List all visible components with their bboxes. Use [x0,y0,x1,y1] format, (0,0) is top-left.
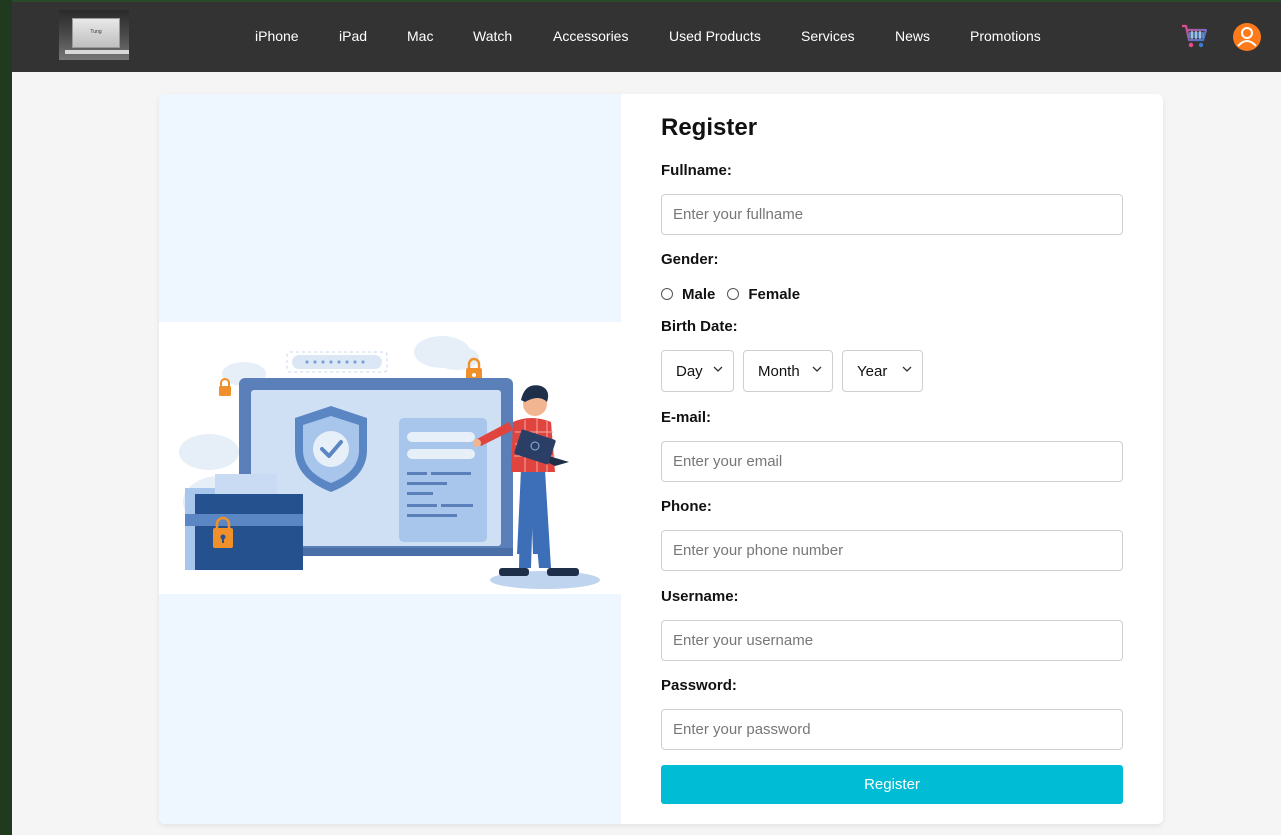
gender-female-label[interactable]: Female [748,286,800,303]
nav-link-ipad[interactable]: iPad [339,28,367,44]
register-card: Register Fullname: Gender: Male Female B… [159,94,1163,824]
top-navbar: Tung iPhone iPad Mac Watch Accessories U… [12,0,1281,72]
birth-month-value: Month [758,362,800,380]
gender-male-radio[interactable] [661,288,673,300]
email-label: E-mail: [661,409,712,426]
nav-link-used-products[interactable]: Used Products [669,28,761,44]
birth-day-select[interactable]: Day [661,350,734,392]
user-avatar-icon[interactable] [1232,22,1262,52]
fullname-label: Fullname: [661,162,732,179]
brand-logo[interactable]: Tung [59,10,129,60]
username-input[interactable] [661,620,1123,661]
logo-laptop-base [65,50,129,54]
nav-link-mac[interactable]: Mac [407,28,433,44]
logo-text: Tung [90,29,102,35]
phone-label: Phone: [661,498,712,515]
birth-day-value: Day [676,362,703,380]
fullname-input[interactable] [661,194,1123,235]
page: Tung iPhone iPad Mac Watch Accessories U… [12,0,1281,835]
gender-male-label[interactable]: Male [682,286,715,303]
register-button[interactable]: Register [661,765,1123,804]
birth-year-value: Year [857,362,888,380]
birthdate-label: Birth Date: [661,318,738,335]
shopping-cart-icon[interactable] [1180,22,1208,50]
form-title: Register [661,114,758,141]
username-label: Username: [661,588,739,605]
gender-female-radio[interactable] [727,288,740,300]
illustration-band [159,322,621,594]
nav-link-iphone[interactable]: iPhone [255,28,299,44]
birth-year-select[interactable]: Year [842,350,923,392]
gender-label: Gender: [661,251,719,268]
nav-link-news[interactable]: News [895,28,930,44]
chevron-down-icon [812,366,822,372]
illustration-panel [159,94,621,824]
chevron-down-icon [713,366,723,372]
register-form: Register Fullname: Gender: Male Female B… [621,94,1163,824]
phone-input[interactable] [661,530,1123,571]
secure-login-illustration [179,336,600,589]
nav-link-services[interactable]: Services [801,28,855,44]
password-label: Password: [661,677,737,694]
email-input[interactable] [661,441,1123,482]
password-input[interactable] [661,709,1123,750]
nav-link-promotions[interactable]: Promotions [970,28,1041,44]
gender-radio-group: Male Female [661,284,812,304]
nav-link-accessories[interactable]: Accessories [553,28,628,44]
nav-link-watch[interactable]: Watch [473,28,512,44]
chevron-down-icon [902,366,912,372]
birth-month-select[interactable]: Month [743,350,833,392]
logo-laptop-screen: Tung [72,18,120,48]
